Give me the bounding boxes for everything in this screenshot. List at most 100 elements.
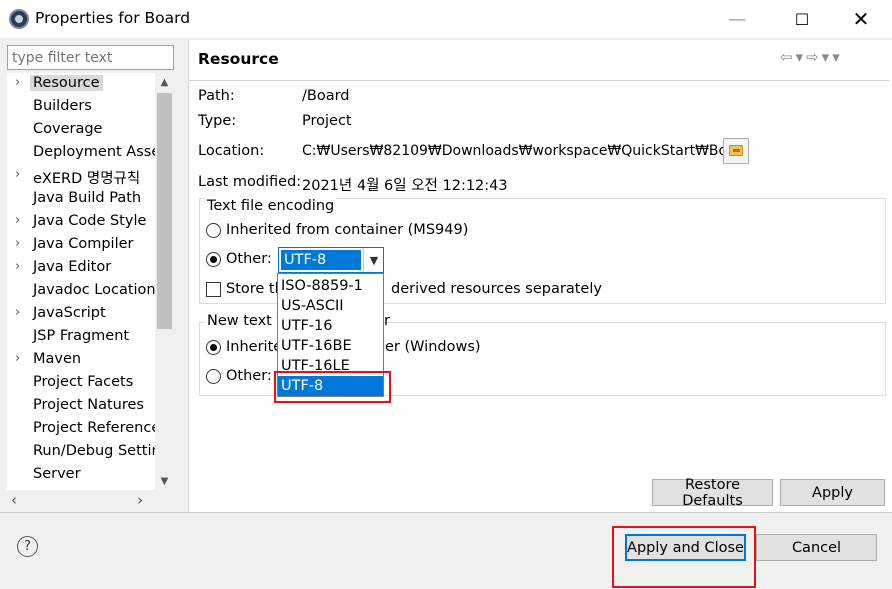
tree-item-label: Maven [33, 351, 82, 367]
expand-arrow-icon[interactable]: › [15, 259, 20, 274]
tree-item-label: Deployment Assembly [33, 144, 155, 160]
other-encoding-label: Other: [226, 251, 272, 267]
scroll-down-icon[interactable]: ▼ [155, 472, 174, 490]
encoding-option[interactable]: UTF-16 [278, 316, 383, 336]
tree-item-builders[interactable]: Builders [7, 96, 155, 119]
other-delimiter-label: Other: [226, 368, 272, 384]
tree-item-label: Run/Debug Settings [33, 443, 155, 459]
tree-item-deployment-assembly[interactable]: Deployment Assembly [7, 142, 155, 165]
tree-item-project-facets[interactable]: Project Facets [7, 372, 155, 395]
tree-item-label: JSP Fragment [33, 328, 130, 344]
close-button[interactable]: ✕ [838, 0, 884, 38]
modified-label: Last modified: [198, 174, 302, 190]
expand-arrow-icon[interactable]: › [15, 75, 20, 90]
tree-item-run-debug-settings[interactable]: Run/Debug Settings [7, 441, 155, 464]
tree-item-maven[interactable]: › Maven [7, 349, 155, 372]
apply-button[interactable]: Apply [780, 479, 885, 506]
tree-horizontal-scrollbar[interactable]: ‹ › [7, 490, 174, 510]
path-value: /Board [302, 88, 350, 104]
inherited-delimiter-label-start: Inherite [226, 339, 283, 355]
history-navigation[interactable]: ⇦▾⇨▾▾ [780, 48, 843, 66]
tree-item-label: Resource [30, 75, 103, 91]
tree-item-label: Coverage [33, 121, 103, 137]
maximize-button[interactable]: ☐ [779, 0, 825, 38]
encoding-option[interactable]: ISO-8859-1 [278, 276, 383, 296]
expand-arrow-icon[interactable]: › [15, 351, 20, 366]
annotation-highlight-box [274, 371, 391, 403]
tree-item-java-build-path[interactable]: Java Build Path [7, 188, 155, 211]
path-label: Path: [198, 88, 235, 104]
annotation-highlight-box [612, 526, 756, 588]
tree-item-label: Server [33, 466, 81, 482]
title-divider [189, 80, 889, 81]
tree-item-label: eXERD 명명규칙 [33, 171, 141, 187]
expand-arrow-icon[interactable]: › [15, 305, 20, 320]
show-in-system-explorer-button[interactable] [723, 138, 749, 164]
tree-vertical-scrollbar[interactable]: ▲ ▼ [155, 73, 174, 490]
tree-item-project-natures[interactable]: Project Natures [7, 395, 155, 418]
text-encoding-group-label: Text file encoding [205, 198, 337, 214]
expand-arrow-icon[interactable]: › [15, 236, 20, 251]
inherited-encoding-label: Inherited from container (MS949) [226, 222, 469, 238]
tree-item-javadoc-location[interactable]: Javadoc Location [7, 280, 155, 303]
type-label: Type: [198, 113, 237, 129]
tree-item-label: Project Facets [33, 374, 134, 390]
inherited-encoding-radio[interactable] [206, 223, 221, 238]
tree-item-java-code-style[interactable]: › Java Code Style [7, 211, 155, 234]
restore-defaults-button[interactable]: Restore Defaults [652, 477, 773, 509]
tree-item-javascript[interactable]: › JavaScript [7, 303, 155, 326]
help-icon[interactable]: ? [17, 536, 38, 557]
scroll-left-icon[interactable]: ‹ [11, 491, 17, 509]
scrollbar-thumb[interactable] [157, 93, 172, 329]
location-value: C:₩Users₩82109₩Downloads₩workspace₩Quick… [302, 143, 751, 159]
tree-item-label: Java Editor [33, 259, 112, 275]
tree-item-resource[interactable]: › Resource [7, 73, 155, 96]
location-label: Location: [198, 143, 265, 159]
encoding-combo[interactable]: UTF-8 ▼ [278, 247, 384, 273]
other-encoding-radio[interactable] [206, 252, 221, 267]
tree-item-label: Project References [33, 420, 155, 436]
store-derived-label-end: derived resources separately [391, 281, 602, 297]
chevron-down-icon[interactable]: ▼ [363, 248, 384, 272]
inherited-delimiter-radio[interactable] [206, 340, 221, 355]
scroll-up-icon[interactable]: ▲ [155, 73, 174, 91]
cancel-button[interactable]: Cancel [756, 534, 877, 561]
tree-item-jsp-fragment[interactable]: JSP Fragment [7, 326, 155, 349]
line-delimiter-group-label-end: r [384, 313, 390, 329]
encoding-option[interactable]: UTF-16BE [278, 336, 383, 356]
scroll-right-icon[interactable]: › [137, 491, 143, 509]
tree-item-project-references[interactable]: Project References [7, 418, 155, 441]
line-delimiter-group-label-start: New text f [205, 313, 284, 329]
bottom-divider [0, 512, 892, 513]
tree-item-label: Java Compiler [33, 236, 134, 252]
tree-item-label: Project Natures [33, 397, 144, 413]
forward-arrow-icon[interactable]: ⇨▾ [806, 48, 832, 66]
property-tree: › Resource Builders Coverage Deployment … [7, 73, 174, 510]
eclipse-app-icon [9, 9, 29, 29]
store-derived-checkbox[interactable] [206, 282, 221, 297]
tree-item-label: JavaScript [33, 305, 106, 321]
tree-item-exerd[interactable]: › eXERD 명명규칙 [7, 165, 155, 188]
encoding-option[interactable]: US-ASCII [278, 296, 383, 316]
encoding-combo-value: UTF-8 [281, 250, 361, 270]
window-title: Properties for Board [35, 9, 191, 27]
folder-icon [729, 145, 743, 156]
tree-item-server[interactable]: Server [7, 464, 155, 487]
store-derived-label-start: Store th [226, 281, 284, 297]
view-menu-icon[interactable]: ▾ [832, 48, 843, 66]
tree-item-label: Java Code Style [33, 213, 147, 229]
tree-item-java-compiler[interactable]: › Java Compiler [7, 234, 155, 257]
page-title: Resource [198, 50, 279, 68]
expand-arrow-icon[interactable]: › [15, 213, 20, 228]
tree-item-label: Javadoc Location [33, 282, 155, 298]
back-arrow-icon[interactable]: ⇦▾ [780, 48, 806, 66]
type-value: Project [302, 113, 352, 129]
tree-item-java-editor[interactable]: › Java Editor [7, 257, 155, 280]
filter-input[interactable] [7, 45, 174, 70]
tree-item-coverage[interactable]: Coverage [7, 119, 155, 142]
modified-value: 2021년 4월 6일 오전 12:12:43 [302, 178, 508, 194]
tree-item-label: Builders [33, 98, 92, 114]
expand-arrow-icon[interactable]: › [15, 167, 20, 182]
other-delimiter-radio[interactable] [206, 369, 221, 384]
minimize-button[interactable]: — [714, 0, 760, 38]
